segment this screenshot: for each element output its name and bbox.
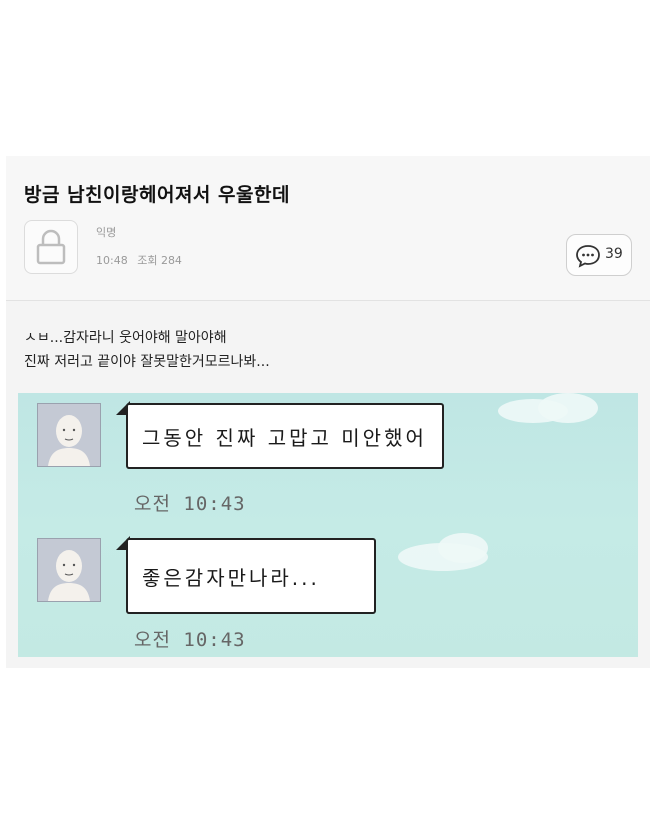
message-time: 오전 10:43 [134,629,246,651]
chat-bubble: 그동안 진짜 고맙고 미안했어 [126,403,444,469]
post-card: 방금 남친이랑헤어져서 우울한데 익명 10:48 조회 284 39 ㅅㅂ..… [6,156,650,668]
speech-bubble-icon [576,245,600,268]
comment-count: 39 [605,246,623,262]
lock-icon [24,220,78,274]
default-profile-icon [48,550,90,601]
body-line: 진짜 저러고 끝이야 잘못말한거모르나봐... [24,354,270,370]
body-line: ㅅㅂ...감자라니 웃어야해 말아야해 [24,330,227,346]
post-views: 조회 284 [137,254,182,267]
chat-bubble: 좋은감자만나라... [126,538,376,614]
post-time: 10:48 [96,254,128,267]
post-meta: 10:48 조회 284 [96,252,188,268]
avatar[interactable] [37,538,101,602]
author-name: 익명 [96,226,117,239]
chat-screenshot: 그동안 진짜 고맙고 미안했어 오전 10:43 좋은감자만나라... 오전 1… [18,393,638,657]
post-body: ㅅㅂ...감자라니 웃어야해 말아야해 진짜 저러고 끝이야 잘못말한거모르나봐… [24,326,270,374]
cloud-decoration [438,533,488,563]
post-title: 방금 남친이랑헤어져서 우울한데 [24,184,290,206]
post-header: 방금 남친이랑헤어져서 우울한데 익명 10:48 조회 284 39 [6,156,650,301]
message-time: 오전 10:43 [134,493,246,515]
comment-count-button[interactable]: 39 [566,234,632,276]
avatar[interactable] [37,403,101,467]
cloud-decoration [538,393,598,423]
default-profile-icon [48,415,90,466]
